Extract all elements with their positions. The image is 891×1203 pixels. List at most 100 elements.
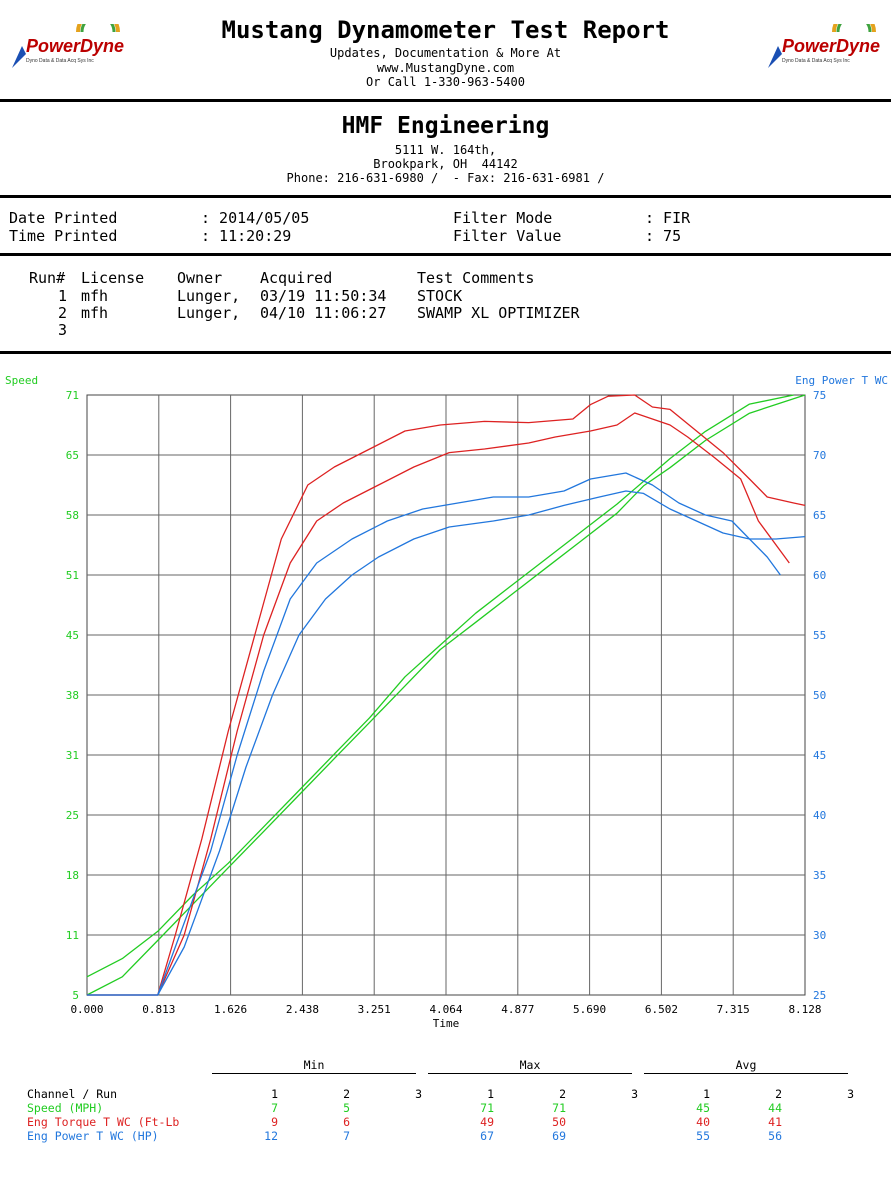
divider [0,253,891,256]
filter-mode-label: Filter Mode [453,209,553,227]
runs-header-comments: Test Comments [417,269,535,287]
run-1-owner: Lunger, [177,287,241,305]
company-address-1: 5111 W. 164th, [394,143,497,157]
run-2-comment: SWAMP XL OPTIMIZER [417,304,580,322]
series-line-torque-2 [87,412,790,996]
summary-value: 44 [768,1101,782,1115]
runs-header-owner: Owner [177,269,223,287]
summary-value: 49 [480,1115,494,1129]
summary-run-number: 1 [487,1087,494,1101]
header-line-1: Updates, Documentation & More At [329,46,562,60]
y-left-tick-label: 45 [66,629,79,642]
summary-value: 45 [696,1101,710,1115]
summary-header-label: Channel / Run [27,1087,118,1101]
run-1-license: mfh [81,287,109,305]
series-line-speed-2 [86,394,794,978]
run-1-number: 1 [58,287,68,305]
y-right-tick-label: 40 [813,809,826,822]
summary-row-label: Speed (MPH) [27,1101,104,1115]
summary-value: 5 [343,1101,350,1115]
summary-value: 6 [343,1115,350,1129]
header-line-3: Or Call 1-330-963-5400 [366,75,525,89]
x-tick-label: 2.438 [286,1003,319,1016]
summary-row-label: Eng Torque T WC (Ft-Lb [27,1115,180,1129]
y-left-axis-label: Speed [5,374,38,387]
company-name: HMF Engineering [341,113,550,139]
time-printed-label: Time Printed [9,227,118,245]
summary-value: 40 [696,1115,710,1129]
summary-value: 71 [552,1101,566,1115]
summary-value: 7 [271,1101,278,1115]
x-tick-label: 4.877 [501,1003,534,1016]
summary-value: 9 [271,1115,278,1129]
y-left-tick-label: 71 [66,389,79,402]
filter-value-label: Filter Value [453,227,562,245]
y-left-tick-label: 31 [66,749,79,762]
summary-run-number: 1 [271,1087,278,1101]
x-tick-label: 5.690 [573,1003,606,1016]
y-left-tick-label: 51 [66,569,79,582]
y-left-tick-label: 38 [66,689,79,702]
x-tick-label: 1.626 [214,1003,247,1016]
y-right-tick-label: 70 [813,449,826,462]
summary-run-number: 3 [847,1087,854,1101]
run-1-acquired: 03/19 11:50:34 [260,287,387,305]
y-right-tick-label: 45 [813,749,826,762]
y-right-tick-label: 60 [813,569,826,582]
summary-row-label: Eng Power T WC (HP) [27,1129,159,1143]
y-left-tick-label: 5 [72,989,79,1002]
y-left-tick-label: 65 [66,449,79,462]
run-2-number: 2 [58,304,68,322]
summary-value: 71 [480,1101,494,1115]
x-axis-label: Time [433,1017,460,1030]
runs-header-run: Run# [29,269,66,287]
summary-run-number: 3 [631,1087,638,1101]
summary-group-underline [428,1073,632,1074]
time-printed-value: : 11:20:29 [201,227,292,245]
company-address-2: Brookpark, OH 44142 [373,157,518,171]
y-right-tick-label: 25 [813,989,826,1002]
summary-value: 67 [480,1129,494,1143]
summary-group-underline [212,1073,416,1074]
filter-value-value: : 75 [645,227,682,245]
run-3-number: 3 [58,321,68,339]
summary-value: 7 [343,1129,350,1143]
x-tick-label: 4.064 [429,1003,462,1016]
runs-header-license: License [81,269,145,287]
y-left-tick-label: 25 [66,809,79,822]
runs-header-acquired: Acquired [260,269,333,287]
series-line-power-1 [87,472,781,996]
summary-value: 55 [696,1129,710,1143]
run-2-acquired: 04/10 11:06:27 [260,304,387,322]
dyno-chart: 0.000 0.813 1.626 2.438 3.251 4.064 4.877 5.690… [5,374,888,1030]
run-2-license: mfh [81,304,109,322]
y-right-axis-label: Eng Power T WC [795,374,888,387]
y-right-tick-label: 35 [813,869,826,882]
y-right-tick-label: 30 [813,929,826,942]
x-tick-label: 8.128 [788,1003,821,1016]
summary-group-avg: Avg [735,1058,757,1072]
x-tick-label: 7.315 [717,1003,750,1016]
summary-group-underline [644,1073,848,1074]
divider [0,195,891,198]
filter-mode-value: : FIR [645,209,691,227]
y-left-tick-label: 18 [66,869,79,882]
summary-run-number: 2 [343,1087,350,1101]
header-line-2: www.MustangDyne.com [376,61,515,75]
summary-value: 69 [552,1129,566,1143]
date-printed-label: Date Printed [9,209,118,227]
report-title: Mustang Dynamometer Test Report [221,16,670,44]
summary-run-number: 2 [559,1087,566,1101]
summary-value: 50 [552,1115,566,1129]
divider [0,99,891,102]
summary-run-number: 1 [703,1087,710,1101]
x-tick-label: 6.502 [645,1003,678,1016]
summary-run-number: 3 [415,1087,422,1101]
summary-value: 41 [768,1115,782,1129]
divider [0,351,891,354]
summary-group-min: Min [303,1058,325,1072]
summary-run-number: 2 [775,1087,782,1101]
y-left-tick-label: 11 [66,929,79,942]
x-tick-label: 0.000 [70,1003,103,1016]
y-right-tick-label: 55 [813,629,826,642]
